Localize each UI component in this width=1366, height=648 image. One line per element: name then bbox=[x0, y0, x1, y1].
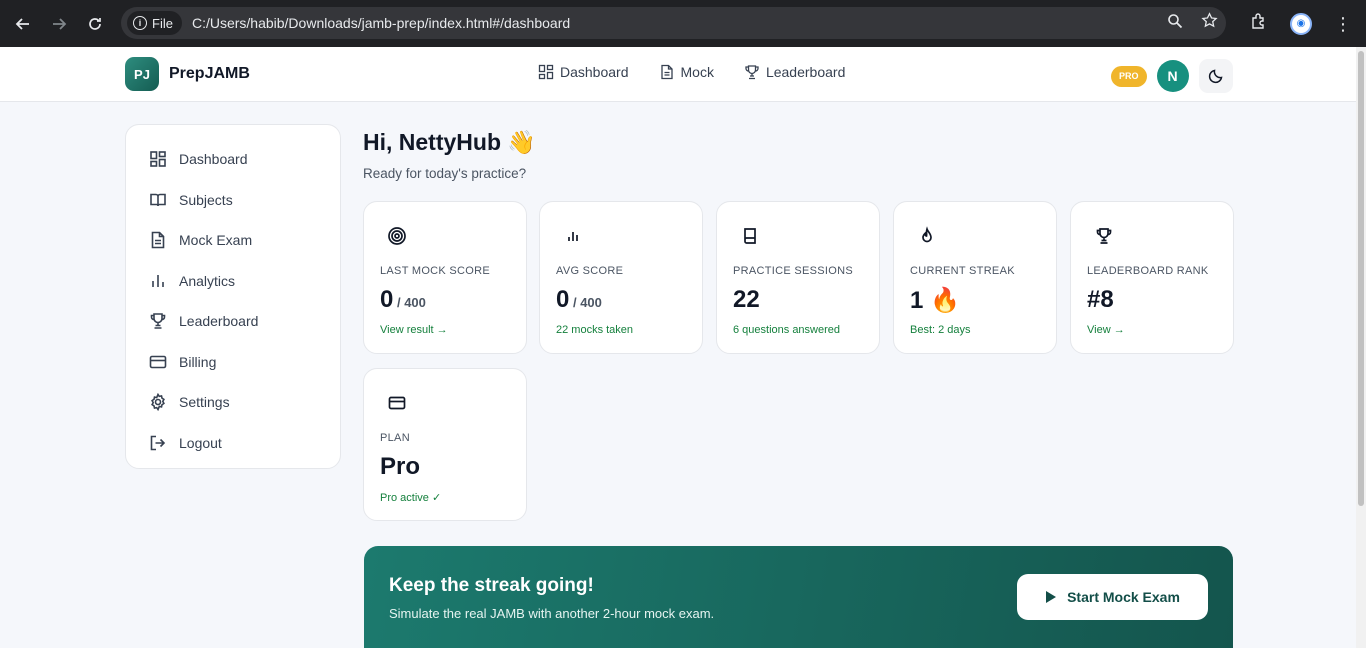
stat-label: LAST MOCK SCORE bbox=[380, 265, 491, 277]
page-scrollbar[interactable] bbox=[1356, 47, 1366, 648]
sidebar-item-label: Logout bbox=[179, 434, 222, 451]
sidebar-item-label: Mock Exam bbox=[179, 232, 253, 249]
stat-max: / 400 bbox=[569, 295, 602, 310]
sidebar-item-dashboard[interactable]: Dashboard bbox=[126, 139, 340, 180]
streak-banner: Keep the streak going! Simulate the real… bbox=[364, 546, 1233, 648]
stat-label: CURRENT STREAK bbox=[910, 265, 1015, 277]
stat-card-last-mock: LAST MOCK SCORE 0 / 400 View result → bbox=[363, 201, 527, 354]
app-header: PJ PrepJAMB Dashboard Mock Leaderboard P… bbox=[0, 47, 1356, 102]
trophy-icon bbox=[1094, 226, 1114, 246]
view-result-link[interactable]: View result → bbox=[380, 324, 448, 336]
button-label: Start Mock Exam bbox=[1067, 589, 1180, 605]
brand-logo: PJ bbox=[125, 57, 159, 91]
bar-chart-icon bbox=[563, 226, 583, 246]
sidebar-item-mock-exam[interactable]: Mock Exam bbox=[126, 220, 340, 261]
back-icon[interactable] bbox=[5, 6, 41, 42]
scrollbar-thumb[interactable] bbox=[1358, 51, 1364, 506]
reload-icon[interactable] bbox=[77, 6, 113, 42]
stat-value: 0 bbox=[380, 286, 394, 313]
stat-value: #8 bbox=[1087, 286, 1114, 313]
moon-icon bbox=[1208, 69, 1222, 84]
stat-subtext: 22 mocks taken bbox=[556, 324, 634, 336]
sidebar-item-analytics[interactable]: Analytics bbox=[126, 261, 340, 302]
stat-max: / 400 bbox=[393, 295, 426, 310]
stat-value: 1 🔥 bbox=[910, 287, 960, 314]
forward-icon[interactable] bbox=[41, 6, 77, 42]
profile-icon[interactable]: ◉ bbox=[1290, 12, 1312, 35]
view-leaderboard-link[interactable]: View → bbox=[1087, 324, 1125, 336]
sidebar-item-label: Subjects bbox=[179, 191, 233, 208]
grid-icon bbox=[150, 151, 166, 168]
stat-label: AVG SCORE bbox=[556, 265, 624, 277]
flame-icon bbox=[917, 226, 937, 246]
stat-subtext: Best: 2 days bbox=[910, 324, 971, 336]
stat-label: PRACTICE SESSIONS bbox=[733, 265, 854, 277]
document-icon bbox=[151, 231, 165, 249]
pro-badge: PRO bbox=[1111, 65, 1147, 87]
brand[interactable]: PJ PrepJAMB bbox=[125, 57, 250, 91]
book-open-icon bbox=[150, 193, 166, 206]
sidebar-item-settings[interactable]: Settings bbox=[126, 382, 340, 423]
info-icon: i bbox=[133, 16, 147, 30]
stat-value: Pro bbox=[380, 453, 421, 480]
banner-subtitle: Simulate the real JAMB with another 2-ho… bbox=[389, 606, 715, 621]
theme-toggle-button[interactable] bbox=[1198, 59, 1233, 93]
logout-icon bbox=[150, 435, 166, 451]
stat-card-practice-sessions: PRACTICE SESSIONS 22 6 questions answere… bbox=[716, 201, 880, 354]
sidebar-item-subjects[interactable]: Subjects bbox=[126, 180, 340, 221]
stat-label: LEADERBOARD RANK bbox=[1087, 265, 1209, 277]
credit-card-icon bbox=[149, 355, 167, 369]
url-text: C:/Users/habib/Downloads/jamb-prep/index… bbox=[191, 15, 571, 31]
sidebar-item-label: Settings bbox=[179, 394, 230, 411]
topnav-label: Mock bbox=[680, 64, 714, 80]
zoom-icon[interactable] bbox=[1167, 13, 1183, 34]
address-bar[interactable]: i File C:/Users/habib/Downloads/jamb-pre… bbox=[121, 7, 1226, 39]
page-title: Hi, NettyHub 👋 bbox=[363, 129, 537, 155]
topnav-label: Leaderboard bbox=[765, 64, 846, 80]
sidebar-item-label: Leaderboard bbox=[179, 313, 259, 330]
document-icon bbox=[660, 64, 673, 80]
grid-icon bbox=[538, 64, 554, 80]
trophy-icon bbox=[150, 313, 166, 330]
browser-toolbar: i File C:/Users/habib/Downloads/jamb-pre… bbox=[0, 0, 1366, 47]
bar-chart-icon bbox=[152, 274, 164, 287]
topnav-leaderboard[interactable]: Leaderboard bbox=[744, 64, 845, 80]
topnav-mock[interactable]: Mock bbox=[659, 64, 714, 80]
stat-card-plan: PLAN Pro Pro active ✓ bbox=[363, 368, 527, 521]
sidebar-item-billing[interactable]: Billing bbox=[126, 342, 340, 383]
menu-icon[interactable]: ⋮ bbox=[1334, 15, 1352, 33]
site-info-chip[interactable]: i File bbox=[127, 11, 182, 35]
sidebar-item-label: Billing bbox=[179, 353, 217, 370]
stat-card-current-streak: CURRENT STREAK 1 🔥 Best: 2 days bbox=[893, 201, 1057, 354]
sidebar-item-leaderboard[interactable]: Leaderboard bbox=[126, 301, 340, 342]
gear-icon bbox=[151, 393, 165, 412]
brand-name: PrepJAMB bbox=[169, 65, 250, 82]
sidebar-item-label: Analytics bbox=[179, 272, 236, 289]
page-subtitle: Ready for today's practice? bbox=[363, 166, 527, 181]
topnav-label: Dashboard bbox=[560, 64, 629, 80]
bookmark-star-icon[interactable] bbox=[1201, 12, 1218, 34]
stat-subtext: Pro active ✓ bbox=[380, 492, 442, 504]
play-icon bbox=[1046, 591, 1057, 603]
stat-card-avg-score: AVG SCORE 0 / 400 22 mocks taken bbox=[539, 201, 703, 354]
sidebar-item-label: Dashboard bbox=[179, 151, 248, 168]
banner-title: Keep the streak going! bbox=[389, 575, 594, 596]
stat-value: 22 bbox=[733, 286, 760, 313]
extensions-icon[interactable] bbox=[1250, 12, 1268, 35]
stat-label: PLAN bbox=[380, 432, 410, 444]
book-icon bbox=[740, 226, 760, 246]
topnav-dashboard[interactable]: Dashboard bbox=[538, 64, 629, 80]
stat-card-leaderboard-rank: LEADERBOARD RANK #8 View → bbox=[1070, 201, 1234, 354]
top-nav: Dashboard Mock Leaderboard bbox=[538, 64, 845, 80]
avatar[interactable]: N bbox=[1156, 60, 1189, 92]
credit-card-icon bbox=[387, 393, 407, 413]
trophy-icon bbox=[745, 65, 759, 80]
file-label: File bbox=[152, 15, 173, 31]
start-mock-exam-button[interactable]: Start Mock Exam bbox=[1017, 574, 1208, 620]
target-icon bbox=[387, 226, 407, 246]
stat-value: 0 bbox=[556, 286, 570, 313]
sidebar-item-logout[interactable]: Logout bbox=[126, 423, 340, 464]
sidebar: Dashboard Subjects Mock Exam Analytics L… bbox=[125, 124, 341, 469]
stat-subtext: 6 questions answered bbox=[733, 324, 841, 336]
